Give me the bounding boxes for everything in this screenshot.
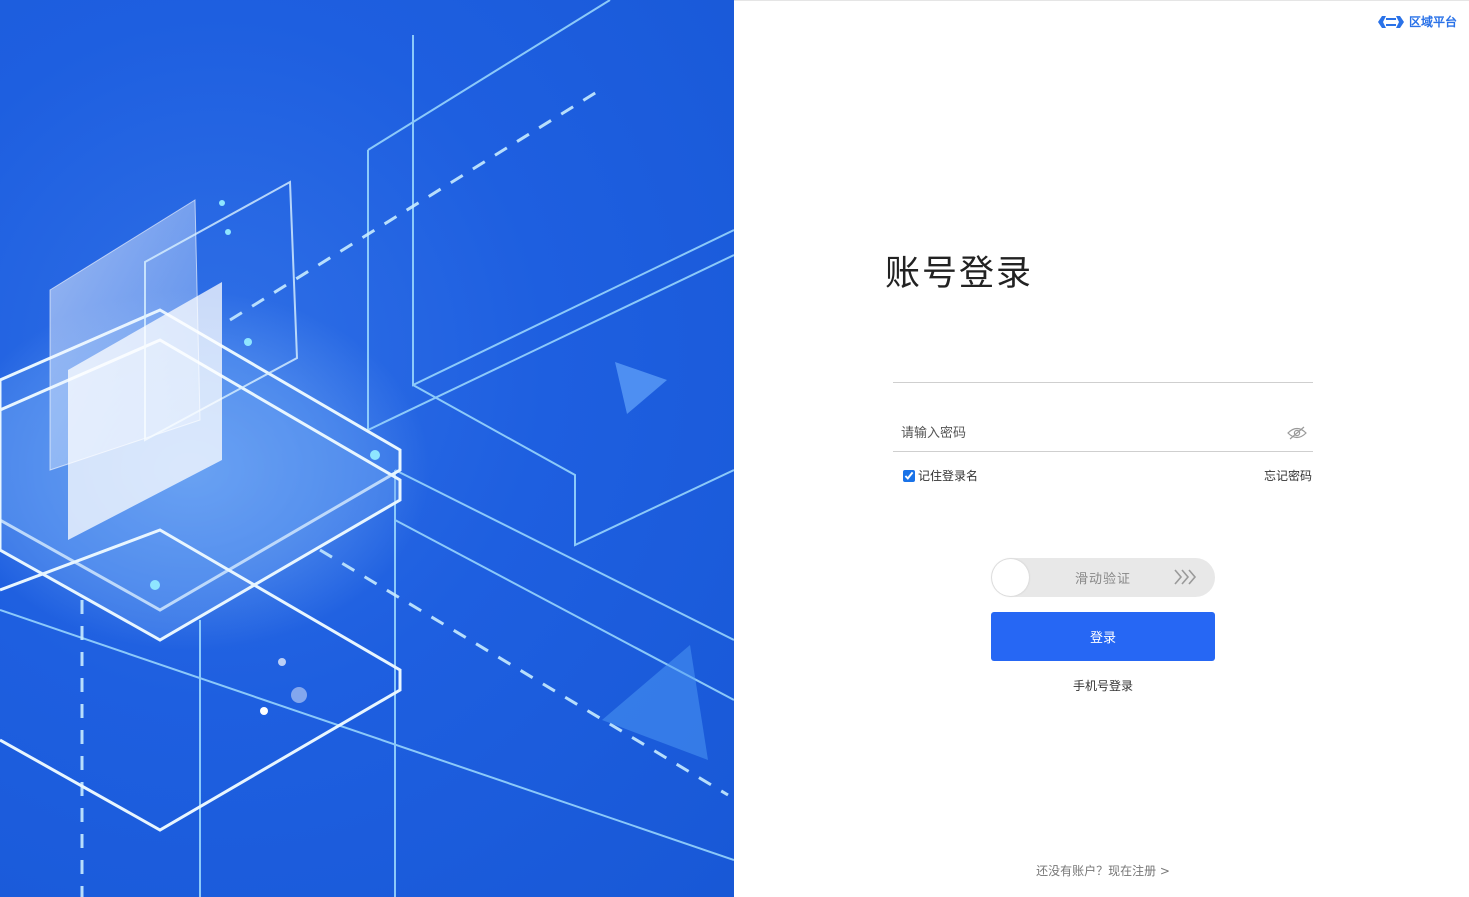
- remember-username[interactable]: 记住登录名: [903, 467, 978, 484]
- login-illustration: [0, 0, 734, 897]
- brand: 区域平台: [1377, 13, 1457, 30]
- username-field: [893, 345, 1313, 383]
- username-input[interactable]: [893, 345, 1313, 382]
- top-divider: [734, 0, 1469, 1]
- triple-chevron-right-icon: [1174, 569, 1197, 585]
- toggle-password-visibility-button[interactable]: [1285, 423, 1309, 443]
- slide-verification: 滑动验证: [991, 558, 1215, 597]
- forgot-password-link[interactable]: 忘记密码: [1264, 467, 1312, 484]
- eye-off-icon: [1287, 426, 1307, 439]
- isometric-cubes-illustration: [0, 0, 734, 897]
- remember-label: 记住登录名: [918, 469, 979, 483]
- password-input[interactable]: [893, 414, 1285, 451]
- slider-label: 滑动验证: [1074, 572, 1131, 587]
- page-title: 账号登录: [885, 254, 1034, 294]
- brand-name: 区域平台: [1408, 15, 1457, 29]
- slider-handle[interactable]: [992, 559, 1029, 596]
- register-link[interactable]: 还没有账户？现在注册 >: [991, 862, 1215, 879]
- login-button[interactable]: 登录: [991, 612, 1215, 661]
- phone-login-link[interactable]: 手机号登录: [991, 677, 1215, 694]
- remember-checkbox[interactable]: [903, 469, 915, 482]
- brand-logo-icon: [1377, 15, 1404, 28]
- password-field: [893, 414, 1313, 452]
